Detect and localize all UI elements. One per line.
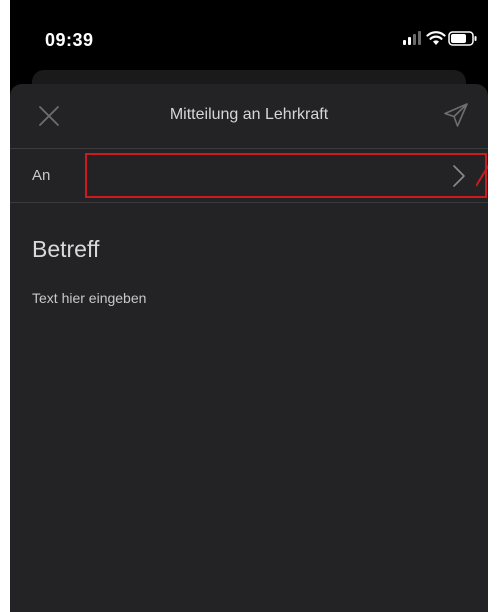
recipient-label: An [32,167,51,184]
compose-sheet: Mitteilung an Lehrkraft An Betreff Text … [10,84,488,612]
subject-field[interactable]: Betreff [32,236,99,263]
send-icon[interactable] [442,101,470,129]
phone-screen: 09:39 Mitteilung an Lehrkraft An Betreff… [10,0,488,612]
status-bar: 09:39 [10,0,488,62]
recipient-row[interactable]: An [10,149,488,202]
signal-icon [403,31,421,45]
message-body-field[interactable]: Text hier eingeben [32,290,146,306]
battery-icon [448,31,477,46]
page-title: Mitteilung an Lehrkraft [169,106,329,123]
navigation-bar: Mitteilung an Lehrkraft [10,84,488,148]
divider [10,202,488,203]
wifi-icon [426,31,446,45]
recipient-field[interactable] [85,153,487,198]
chevron-right-icon[interactable] [451,164,467,188]
status-time: 09:39 [45,30,94,50]
annotation-callout-line [476,164,488,187]
